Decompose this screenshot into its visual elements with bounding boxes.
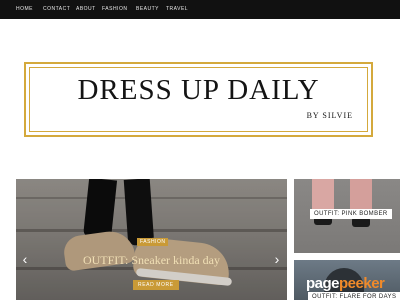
nav-item-fashion[interactable]: FASHION (102, 6, 127, 12)
site-logo[interactable]: DRESS UP DAILY BY SILVIE (24, 62, 373, 137)
read-more-button[interactable]: READ MORE (133, 280, 179, 290)
site-title: DRESS UP DAILY (77, 74, 320, 106)
category-badge[interactable]: FASHION (137, 238, 169, 246)
side-post-title[interactable]: OUTFIT: PINK BOMBER (310, 209, 392, 219)
watermark-part: page (306, 275, 340, 292)
side-post-title[interactable]: OUTFIT: FLARE FOR DAYS (308, 292, 400, 300)
top-navigation: HOME CONTACT ABOUT FASHION BEAUTY TRAVEL (0, 0, 400, 19)
nav-item-travel[interactable]: TRAVEL (166, 6, 188, 12)
nav-item-home[interactable]: HOME (16, 6, 33, 12)
site-subtitle: BY SILVIE (306, 111, 353, 120)
side-post-card[interactable]: OUTFIT: PINK BOMBER (294, 179, 400, 253)
nav-item-contact[interactable]: CONTACT (43, 6, 70, 12)
pagepeeker-watermark: pagepeeker (306, 275, 385, 292)
slide-title[interactable]: OUTFIT: Sneaker kinda day (16, 253, 287, 268)
nav-item-about[interactable]: ABOUT (76, 6, 96, 12)
watermark-part: peeker (339, 275, 385, 292)
nav-item-beauty[interactable]: BEAUTY (136, 6, 159, 12)
